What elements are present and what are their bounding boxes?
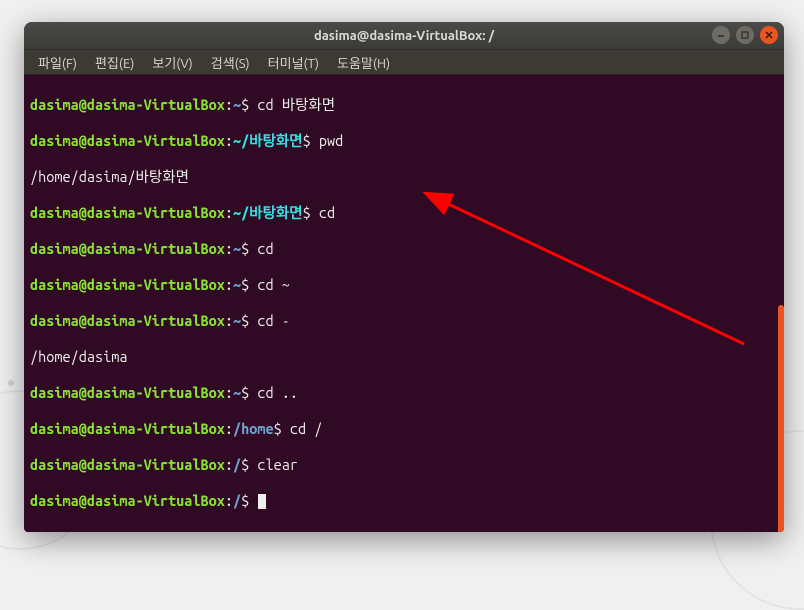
window-controls [712, 26, 778, 44]
prompt-dollar: $ [303, 204, 311, 221]
terminal-line: dasima@dasima-VirtualBox:~$ cd .. [30, 384, 778, 402]
terminal-line: dasima@dasima-VirtualBox:~$ cd ~ [30, 276, 778, 294]
prompt-userhost: dasima@dasima-VirtualBox [30, 456, 225, 473]
terminal-line: dasima@dasima-VirtualBox:~$ cd 바탕화면 [30, 96, 778, 114]
menu-edit[interactable]: 편집(E) [87, 51, 142, 74]
prompt-sep: : [225, 132, 233, 149]
terminal-line: dasima@dasima-VirtualBox:/$ [30, 492, 778, 510]
prompt-userhost: dasima@dasima-VirtualBox [30, 276, 225, 293]
prompt-userhost: dasima@dasima-VirtualBox [30, 312, 225, 329]
prompt-sep: : [225, 312, 233, 329]
terminal-window: dasima@dasima-VirtualBox: / 파일(F) 편집(E) … [24, 22, 784, 532]
terminal-line: /home/dasima [30, 348, 778, 366]
menu-help[interactable]: 도움말(H) [329, 51, 398, 74]
cmd-text: cd - [249, 312, 290, 329]
output-text: /home/dasima/바탕화면 [30, 168, 189, 185]
prompt-sep: : [225, 384, 233, 401]
prompt-sep: : [225, 492, 233, 509]
prompt-userhost: dasima@dasima-VirtualBox [30, 132, 225, 149]
prompt-path: ~/바탕화면 [233, 204, 303, 221]
prompt-userhost: dasima@dasima-VirtualBox [30, 384, 225, 401]
output-text: /home/dasima [30, 348, 127, 365]
prompt-userhost: dasima@dasima-VirtualBox [30, 204, 225, 221]
cmd-text: clear [249, 456, 298, 473]
maximize-button[interactable] [736, 26, 754, 44]
prompt-path: / [233, 492, 241, 509]
prompt-sep: : [225, 456, 233, 473]
menu-view[interactable]: 보기(V) [144, 51, 200, 74]
cmd-text: cd [249, 240, 273, 257]
prompt-sep: : [225, 96, 233, 113]
prompt-dollar: $ [274, 420, 282, 437]
prompt-userhost: dasima@dasima-VirtualBox [30, 240, 225, 257]
terminal-line: dasima@dasima-VirtualBox:/$ clear [30, 456, 778, 474]
prompt-path: ~ [233, 312, 241, 329]
prompt-sep: : [225, 420, 233, 437]
menu-search[interactable]: 검색(S) [203, 51, 258, 74]
minimize-button[interactable] [712, 26, 730, 44]
terminal-line: dasima@dasima-VirtualBox:~/바탕화면$ pwd [30, 132, 778, 150]
prompt-sep: : [225, 276, 233, 293]
prompt-userhost: dasima@dasima-VirtualBox [30, 420, 225, 437]
menubar: 파일(F) 편집(E) 보기(V) 검색(S) 터미널(T) 도움말(H) [24, 50, 784, 75]
prompt-userhost: dasima@dasima-VirtualBox [30, 96, 225, 113]
terminal-line: dasima@dasima-VirtualBox:~/바탕화면$ cd [30, 204, 778, 222]
prompt-path: ~/바탕화면 [233, 132, 303, 149]
cmd-text: cd 바탕화면 [249, 96, 335, 113]
prompt-path: ~ [233, 384, 241, 401]
prompt-path: / [233, 456, 241, 473]
cmd-text: pwd [311, 132, 343, 149]
prompt-path: ~ [233, 276, 241, 293]
prompt-path: /home [233, 420, 274, 437]
terminal-line: dasima@dasima-VirtualBox:~$ cd - [30, 312, 778, 330]
prompt-sep: : [225, 204, 233, 221]
cmd-text [249, 492, 257, 509]
terminal-output[interactable]: dasima@dasima-VirtualBox:~$ cd 바탕화면 dasi… [24, 75, 784, 532]
prompt-dollar: $ [303, 132, 311, 149]
prompt-path: ~ [233, 96, 241, 113]
cmd-text: cd / [282, 420, 323, 437]
window-title: dasima@dasima-VirtualBox: / [314, 29, 494, 43]
terminal-line: dasima@dasima-VirtualBox:/home$ cd / [30, 420, 778, 438]
menu-terminal[interactable]: 터미널(T) [260, 51, 327, 74]
prompt-sep: : [225, 240, 233, 257]
cmd-text: cd [311, 204, 335, 221]
bg-decoration [8, 380, 14, 386]
cmd-text: cd ~ [249, 276, 290, 293]
terminal-line: /home/dasima/바탕화면 [30, 168, 778, 186]
cursor-icon [258, 494, 266, 509]
prompt-path: ~ [233, 240, 241, 257]
menu-file[interactable]: 파일(F) [30, 51, 85, 74]
titlebar[interactable]: dasima@dasima-VirtualBox: / [24, 22, 784, 50]
terminal-line: dasima@dasima-VirtualBox:~$ cd [30, 240, 778, 258]
cmd-text: cd .. [249, 384, 298, 401]
scrollbar-thumb[interactable] [778, 305, 784, 532]
prompt-userhost: dasima@dasima-VirtualBox [30, 492, 225, 509]
close-button[interactable] [760, 26, 778, 44]
